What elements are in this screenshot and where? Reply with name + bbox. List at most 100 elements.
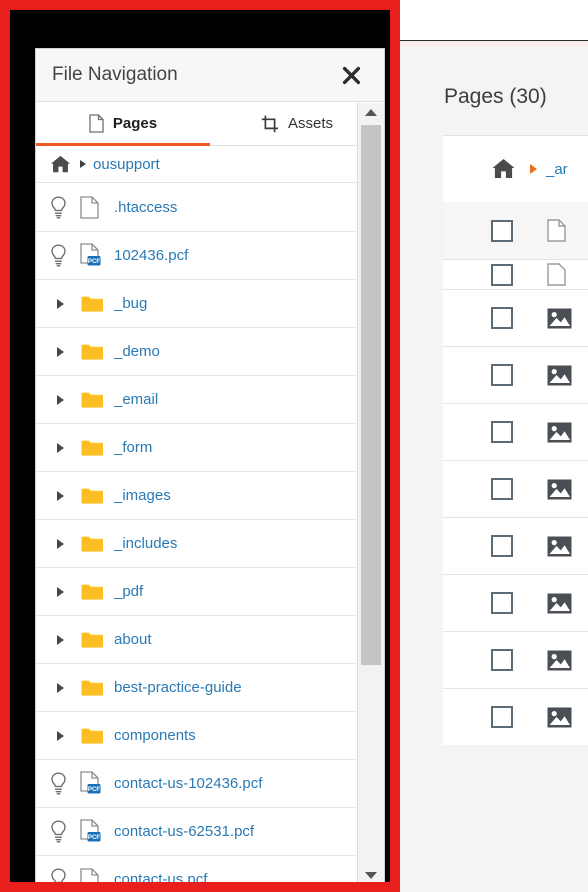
scroll-down-button[interactable] [358,866,384,884]
expand-arrow-icon[interactable] [50,730,80,741]
file-row-label[interactable]: _images [114,487,171,504]
file-row-label[interactable]: 102436.pcf [114,247,188,264]
home-icon[interactable] [491,158,516,180]
pages-breadcrumb-path[interactable]: _ar [546,161,568,178]
file-row-label[interactable]: contact-us-62531.pcf [114,823,254,840]
expand-arrow-icon[interactable] [50,682,80,693]
folder-icon [80,582,114,602]
expand-arrow-icon[interactable] [50,346,80,357]
image-icon [547,707,572,728]
chevron-right-icon [57,586,64,597]
file-row[interactable]: _demo [36,328,356,376]
file-row[interactable]: about [36,616,356,664]
file-row[interactable]: PCF contact-us-62531.pcf [36,808,356,856]
expand-arrow-icon[interactable] [50,634,80,645]
page-icon [547,263,566,286]
expand-arrow-icon[interactable] [50,394,80,405]
file-row[interactable]: _includes [36,520,356,568]
file-row-label[interactable]: _pdf [114,583,143,600]
lightbulb-icon [50,196,80,219]
scrollbar-thumb[interactable] [361,125,381,665]
breadcrumb: ousupport [36,146,384,183]
expand-arrow-icon[interactable] [50,538,80,549]
chevron-right-icon [530,164,537,174]
table-row[interactable] [443,688,588,745]
file-row[interactable]: _email [36,376,356,424]
chevron-right-icon [57,298,64,309]
file-row-label[interactable]: .htaccess [114,199,177,216]
table-row[interactable] [443,517,588,574]
file-list-scrollbar[interactable] [357,103,384,892]
lightbulb-icon [50,244,80,267]
table-row[interactable] [443,346,588,403]
file-row[interactable]: best-practice-guide [36,664,356,712]
folder-icon [80,390,114,410]
file-row-label[interactable]: contact-us.pcf [114,871,207,888]
pages-table-body [443,289,588,745]
expand-arrow-icon[interactable] [50,586,80,597]
pages-breadcrumb[interactable]: _ar [443,136,588,202]
home-icon[interactable] [50,155,71,174]
file-row-label[interactable]: _email [114,391,158,408]
file-row[interactable]: PCF 102436.pcf [36,232,356,280]
table-row[interactable] [443,289,588,346]
table-row[interactable] [443,202,588,259]
file-row-label[interactable]: contact-us-102436.pcf [114,775,262,792]
expand-arrow-icon[interactable] [50,298,80,309]
folder-icon [80,342,114,362]
file-row[interactable]: _bug [36,280,356,328]
file-list: .htaccess PCF 102436.pcf _bug _demo _email _fo… [36,184,356,892]
page-icon [89,114,104,133]
image-icon [547,365,572,386]
table-row[interactable] [443,460,588,517]
row-checkbox[interactable] [491,706,513,728]
chevron-right-icon [57,730,64,741]
image-icon [547,422,572,443]
file-icon [80,196,114,219]
file-row[interactable]: _images [36,472,356,520]
row-checkbox[interactable] [491,307,513,329]
file-row[interactable]: .htaccess [36,184,356,232]
table-row[interactable] [443,259,588,289]
row-checkbox[interactable] [491,421,513,443]
table-row[interactable] [443,403,588,460]
file-row[interactable]: PCF contact-us-102436.pcf [36,760,356,808]
file-row-label[interactable]: best-practice-guide [114,679,242,696]
file-row-label[interactable]: _bug [114,295,147,312]
file-row[interactable]: _form [36,424,356,472]
pages-panel-title: Pages (30) [444,85,547,108]
table-row[interactable] [443,574,588,631]
screenshot-stage: Pages (30) _ar File Navigation Pages Ass… [0,0,588,892]
dialog-header: File Navigation [36,49,384,102]
row-checkbox[interactable] [491,535,513,557]
row-checkbox[interactable] [491,263,513,286]
row-checkbox[interactable] [491,592,513,614]
close-icon[interactable] [340,64,362,86]
lightbulb-icon [50,868,80,891]
scroll-up-button[interactable] [358,103,384,121]
breadcrumb-path[interactable]: ousupport [93,156,160,173]
image-icon [547,650,572,671]
tab-pages-label: Pages [112,115,158,132]
row-checkbox[interactable] [491,364,513,386]
chevron-right-icon [57,538,64,549]
expand-arrow-icon[interactable] [50,442,80,453]
chevron-right-icon [57,346,64,357]
file-navigation-dialog: File Navigation Pages Assets ousupport .… [35,48,385,892]
tab-pages[interactable]: Pages [36,102,210,146]
file-row-label[interactable]: _includes [114,535,177,552]
row-checkbox[interactable] [491,478,513,500]
table-row[interactable] [443,631,588,688]
expand-arrow-icon[interactable] [50,490,80,501]
file-row[interactable]: components [36,712,356,760]
file-row-label[interactable]: _demo [114,343,160,360]
file-row[interactable]: contact-us.pcf [36,856,356,892]
file-row-label[interactable]: components [114,727,196,744]
file-row-label[interactable]: about [114,631,152,648]
chevron-right-icon [57,682,64,693]
row-checkbox[interactable] [491,649,513,671]
file-row[interactable]: _pdf [36,568,356,616]
image-icon [547,536,572,557]
file-row-label[interactable]: _form [114,439,152,456]
row-checkbox[interactable] [491,219,513,242]
